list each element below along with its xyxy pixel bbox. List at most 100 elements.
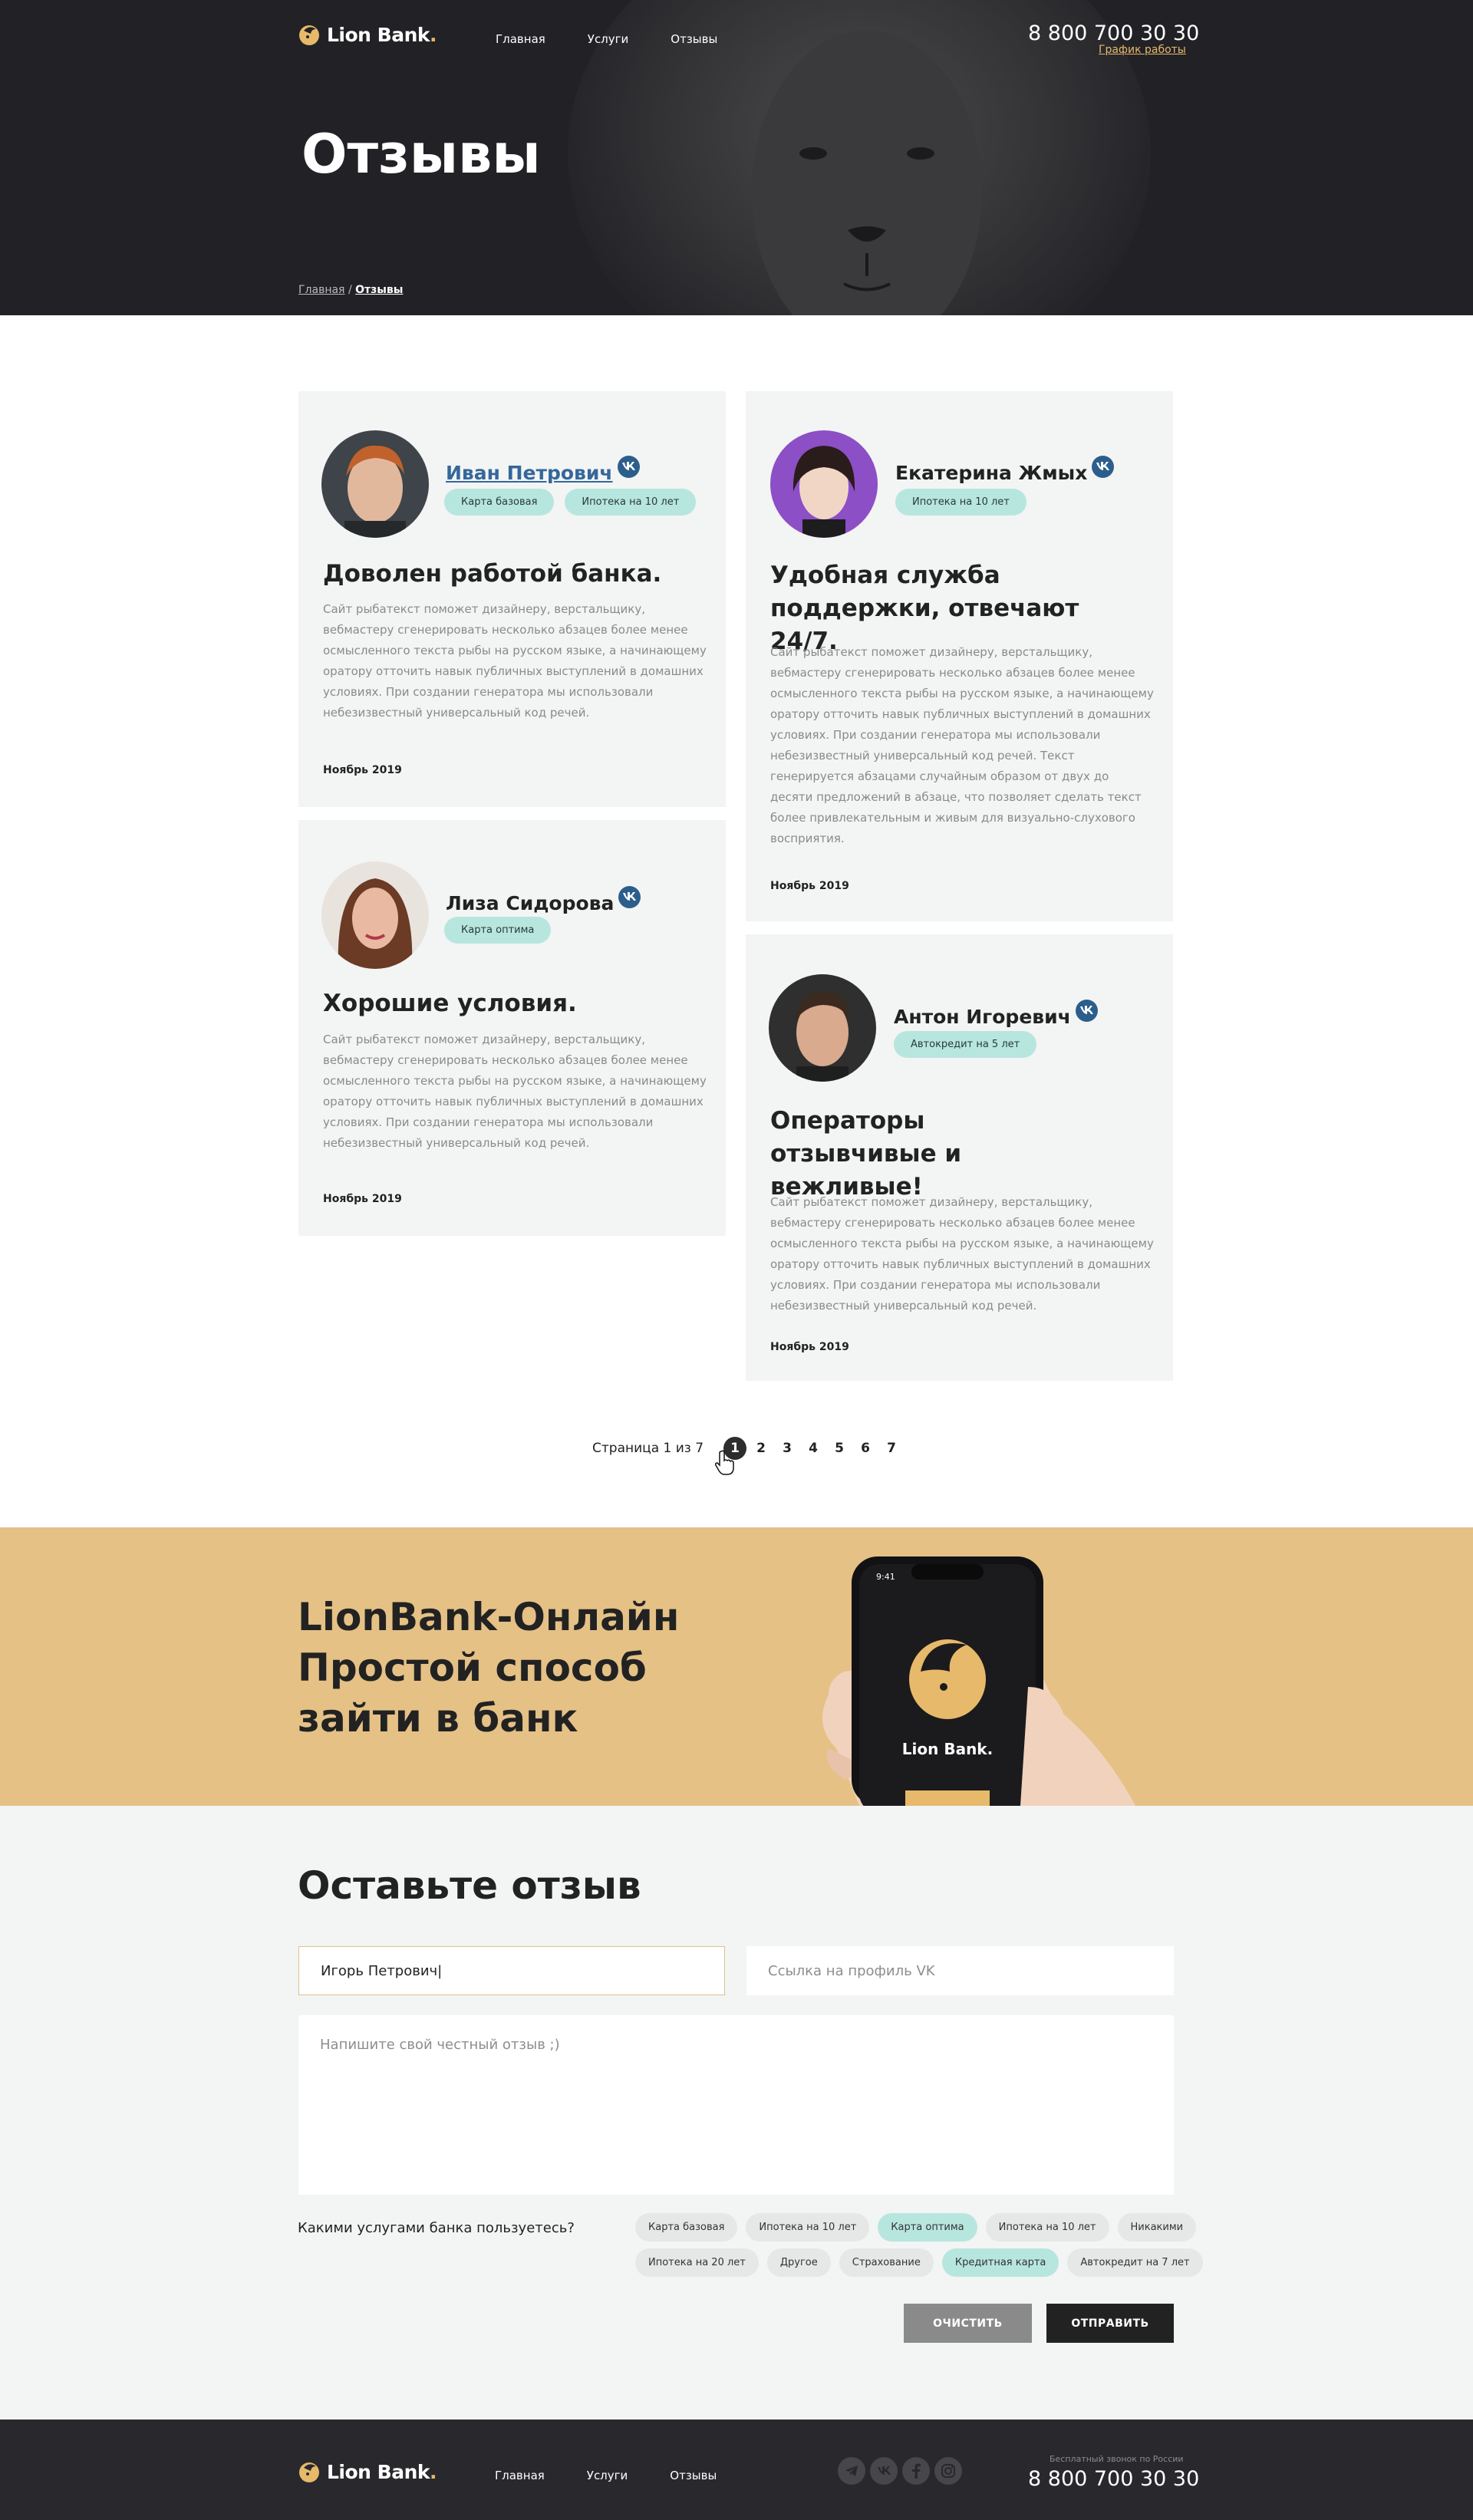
vk-icon[interactable]: [1092, 456, 1115, 478]
hand-cursor-icon: [715, 1450, 734, 1475]
review-text: Сайт рыбатекст поможет дизайнеру, верста…: [323, 602, 707, 720]
service-chip[interactable]: Никакими: [1117, 2213, 1197, 2242]
review-tags: Карта базовая Ипотека на 10 лет: [444, 489, 697, 516]
reviewer-name-text: Антон Игоревич: [894, 1006, 1071, 1028]
vk-icon[interactable]: [1075, 1000, 1098, 1022]
service-chip-selected[interactable]: Кредитная карта: [941, 2248, 1059, 2277]
services-question: Какими услугами банка пользуетесь?: [298, 2220, 575, 2236]
promo-line-3: зайти в банк: [298, 1696, 578, 1741]
vk-link-input[interactable]: Ссылка на профиль VK: [746, 1946, 1174, 1995]
reviewer-name: Лиза Сидорова: [446, 886, 641, 914]
reviewer-name-text[interactable]: Иван Петрович: [446, 462, 613, 484]
review-date: Ноябрь 2019: [323, 1193, 402, 1205]
form-title: Оставьте отзыв: [298, 1863, 641, 1908]
service-tag: Автокредит на 5 лет: [894, 1031, 1037, 1058]
review-textarea[interactable]: Напишите свой честный отзыв ;): [298, 2015, 1174, 2195]
page-button-7[interactable]: 7: [880, 1437, 903, 1460]
facebook-icon[interactable]: [902, 2457, 930, 2485]
breadcrumb-current: Отзывы: [355, 284, 404, 296]
vk-icon[interactable]: [617, 456, 640, 478]
promo-line-1: LionBank-Онлайн: [298, 1595, 680, 1639]
review-text: Сайт рыбатекст поможет дизайнеру, верста…: [323, 1033, 707, 1150]
service-tag: Ипотека на 10 лет: [565, 489, 697, 516]
clear-button[interactable]: ОЧИСТИТЬ: [904, 2304, 1032, 2343]
avatar: [770, 430, 878, 538]
promo-heading: LionBank-Онлайн Простой способ зайти в б…: [298, 1592, 679, 1744]
lion-logo-icon: [299, 25, 319, 45]
pagination-label: Страница 1 из 7: [592, 1441, 704, 1456]
nav-item-reviews[interactable]: Отзывы: [671, 32, 717, 46]
free-call-label: Бесплатный звонок по России: [1050, 2454, 1184, 2464]
brand-dot: .: [430, 23, 437, 46]
reviewer-name-text: Лиза Сидорова: [446, 892, 615, 914]
header-logo[interactable]: Lion Bank.: [298, 23, 437, 46]
review-text: Сайт рыбатекст поможет дизайнеру, верста…: [770, 645, 1154, 845]
footer-logo[interactable]: Lion Bank.: [298, 2460, 437, 2483]
page-button-2[interactable]: 2: [750, 1437, 773, 1460]
review-date: Ноябрь 2019: [770, 880, 849, 892]
review-text: Сайт рыбатекст поможет дизайнеру, верста…: [770, 1195, 1154, 1313]
vk-icon[interactable]: [870, 2457, 898, 2485]
review-date: Ноябрь 2019: [323, 764, 402, 776]
lion-logo-icon: [299, 2462, 319, 2482]
footer-nav-reviews[interactable]: Отзывы: [670, 2469, 717, 2482]
name-input[interactable]: Игорь Петрович|: [298, 1946, 725, 1995]
breadcrumb-home[interactable]: Главная: [298, 284, 344, 296]
footer-phone[interactable]: 8 800 700 30 30: [1028, 2467, 1199, 2491]
vk-icon[interactable]: [618, 886, 641, 908]
phone-time: 9:41: [876, 1572, 895, 1582]
footer-nav: Главная Услуги Отзывы: [495, 2469, 717, 2482]
page-button-4[interactable]: 4: [802, 1437, 825, 1460]
breadcrumb-separator: /: [348, 284, 352, 296]
phone-mockup: 9:41 Lion Bank.: [822, 1556, 1135, 1806]
service-chip[interactable]: Карта базовая: [635, 2213, 738, 2242]
header-phone[interactable]: 8 800 700 30 30: [1028, 21, 1199, 45]
service-chip-selected[interactable]: Карта оптима: [878, 2213, 977, 2242]
footer-nav-services[interactable]: Услуги: [587, 2469, 628, 2482]
service-chip[interactable]: Автокредит на 7 лет: [1067, 2248, 1203, 2277]
page-title: Отзывы: [302, 123, 541, 186]
review-card: Иван Петрович Карта базовая Ипотека на 1…: [298, 391, 726, 807]
service-tag: Ипотека на 10 лет: [895, 489, 1026, 516]
telegram-icon[interactable]: [838, 2457, 865, 2485]
service-chip[interactable]: Ипотека на 10 лет: [746, 2213, 870, 2242]
review-tags: Ипотека на 10 лет: [895, 489, 1026, 516]
footer-nav-home[interactable]: Главная: [495, 2469, 545, 2482]
page-button-3[interactable]: 3: [776, 1437, 799, 1460]
footer-brand-dot: .: [430, 2460, 437, 2483]
review-card: Лиза Сидорова Карта оптима Хорошие услов…: [298, 820, 726, 1236]
review-card: Екатерина Жмых Ипотека на 10 лет Удобная…: [746, 391, 1173, 921]
instagram-icon[interactable]: [934, 2457, 962, 2485]
review-title: Доволен работой банка.: [323, 560, 662, 588]
service-chip[interactable]: Ипотека на 20 лет: [635, 2248, 759, 2277]
schedule-link[interactable]: График работы: [1099, 44, 1186, 56]
services-chips-row-1: Карта базовая Ипотека на 10 лет Карта оп…: [635, 2213, 1197, 2242]
header-nav: Главная Услуги Отзывы: [496, 32, 717, 46]
nav-item-services[interactable]: Услуги: [588, 32, 628, 46]
review-tags: Карта оптима: [444, 917, 552, 944]
promo-banner: LionBank-Онлайн Простой способ зайти в б…: [0, 1527, 1473, 1806]
reviewer-name: Екатерина Жмых: [895, 456, 1115, 484]
avatar: [321, 861, 429, 969]
service-chip[interactable]: Страхование: [839, 2248, 934, 2277]
service-chip[interactable]: Ипотека на 10 лет: [985, 2213, 1109, 2242]
review-card: Антон Игоревич Автокредит на 5 лет Опера…: [746, 934, 1173, 1381]
promo-line-2: Простой способ: [298, 1645, 647, 1690]
review-tags: Автокредит на 5 лет: [894, 1031, 1037, 1058]
service-chip[interactable]: Другое: [766, 2248, 831, 2277]
pagination: Страница 1 из 7 1 2 3 4 5 6 7: [592, 1437, 906, 1460]
review-title: Операторы отзывчивые и вежливые!: [770, 1107, 962, 1201]
reviewer-name-text: Екатерина Жмых: [895, 462, 1088, 484]
avatar: [769, 974, 876, 1082]
review-date: Ноябрь 2019: [770, 1341, 849, 1353]
submit-button[interactable]: ОТПРАВИТЬ: [1046, 2304, 1174, 2343]
avatar: [321, 430, 429, 538]
phone-brand: Lion Bank.: [902, 1740, 993, 1758]
service-tag: Карта базовая: [444, 489, 555, 516]
reviewer-name[interactable]: Иван Петрович: [446, 456, 640, 484]
nav-item-home[interactable]: Главная: [496, 32, 545, 46]
service-tag: Карта оптима: [444, 917, 552, 944]
page-button-5[interactable]: 5: [828, 1437, 851, 1460]
page-button-6[interactable]: 6: [854, 1437, 877, 1460]
services-chips-row-2: Ипотека на 20 лет Другое Страхование Кре…: [635, 2248, 1203, 2277]
